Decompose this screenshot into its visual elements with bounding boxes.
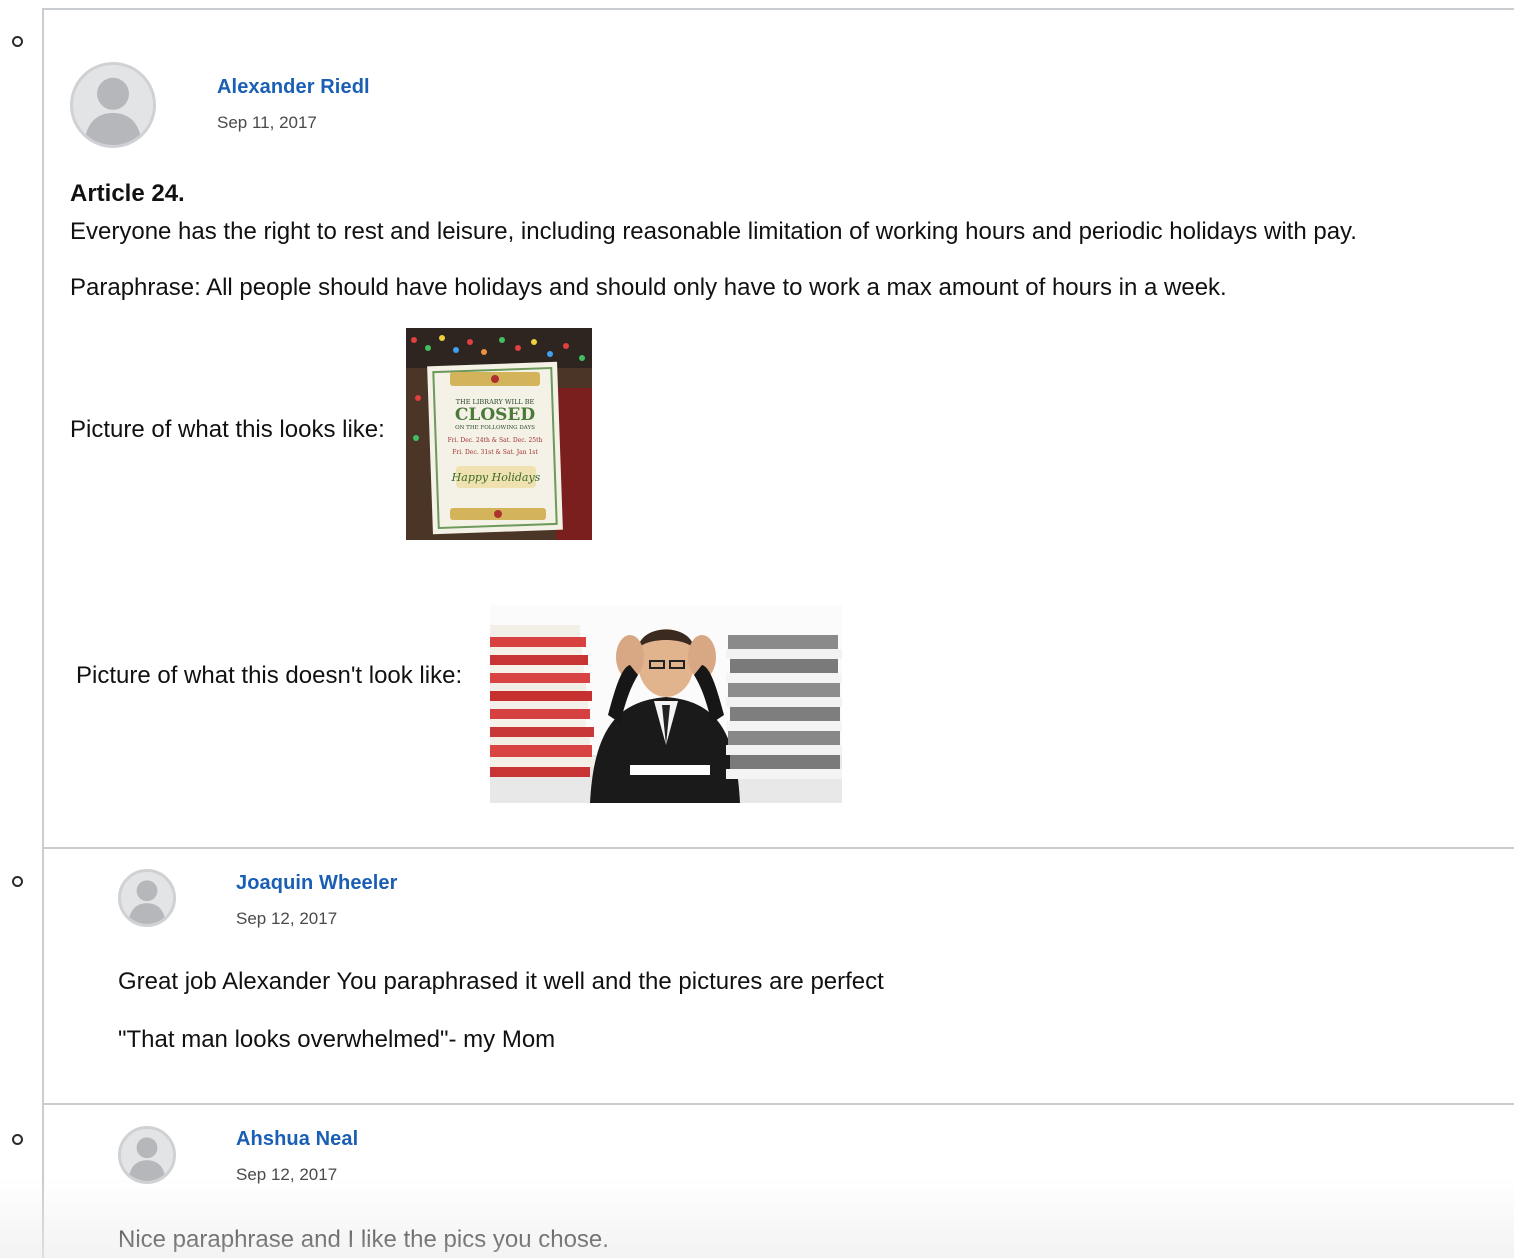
reply-text: Nice paraphrase and I like the pics you … (118, 1226, 609, 1253)
avatar-icon[interactable] (70, 62, 156, 148)
author-name-link[interactable]: Joaquin Wheeler (236, 872, 398, 895)
svg-text:ON THE FOLLOWING DAYS: ON THE FOLLOWING DAYS (455, 425, 535, 431)
reply-text: Great job Alexander You paraphrased it w… (118, 968, 884, 995)
picture-label-looks-like: Picture of what this looks like: (70, 416, 385, 443)
bullet-icon (12, 36, 23, 47)
avatar-icon[interactable] (118, 1126, 176, 1184)
library-closed-sign-image: THE LIBRARY WILL BE CLOSED ON THE FOLLOW… (406, 328, 592, 540)
article-body: Everyone has the right to rest and leisu… (70, 218, 1357, 245)
svg-text:Fri. Dec. 24th & Sat. Dec. 25t: Fri. Dec. 24th & Sat. Dec. 25th (448, 437, 543, 444)
svg-text:Happy Holidays: Happy Holidays (451, 471, 541, 484)
post-date: Sep 12, 2017 (236, 909, 338, 928)
post-date: Sep 11, 2017 (217, 113, 317, 132)
post-date: Sep 12, 2017 (236, 1165, 338, 1184)
svg-text:Fri. Dec. 31st & Sat. Jan 1st: Fri. Dec. 31st & Sat. Jan 1st (452, 449, 538, 456)
author-name-link[interactable]: Alexander Riedl (217, 76, 370, 99)
reply-quote: "That man looks overwhelmed"- my Mom (118, 1026, 556, 1053)
paraphrase-text: Paraphrase: All people should have holid… (70, 274, 1227, 301)
picture-label-doesnt-look-like: Picture of what this doesn't look like: (76, 662, 463, 689)
entry-divider (42, 847, 1514, 849)
svg-text:CLOSED: CLOSED (455, 405, 536, 425)
entry-divider (42, 8, 1514, 10)
bullet-icon (12, 876, 23, 887)
author-name-link[interactable]: Ahshua Neal (236, 1128, 358, 1151)
overwhelmed-worker-image (490, 605, 842, 803)
article-title: Article 24. (70, 180, 185, 207)
bullet-icon (12, 1134, 23, 1145)
thread-left-border (42, 8, 44, 1258)
avatar-icon[interactable] (118, 869, 176, 927)
entry-divider (42, 1103, 1514, 1105)
